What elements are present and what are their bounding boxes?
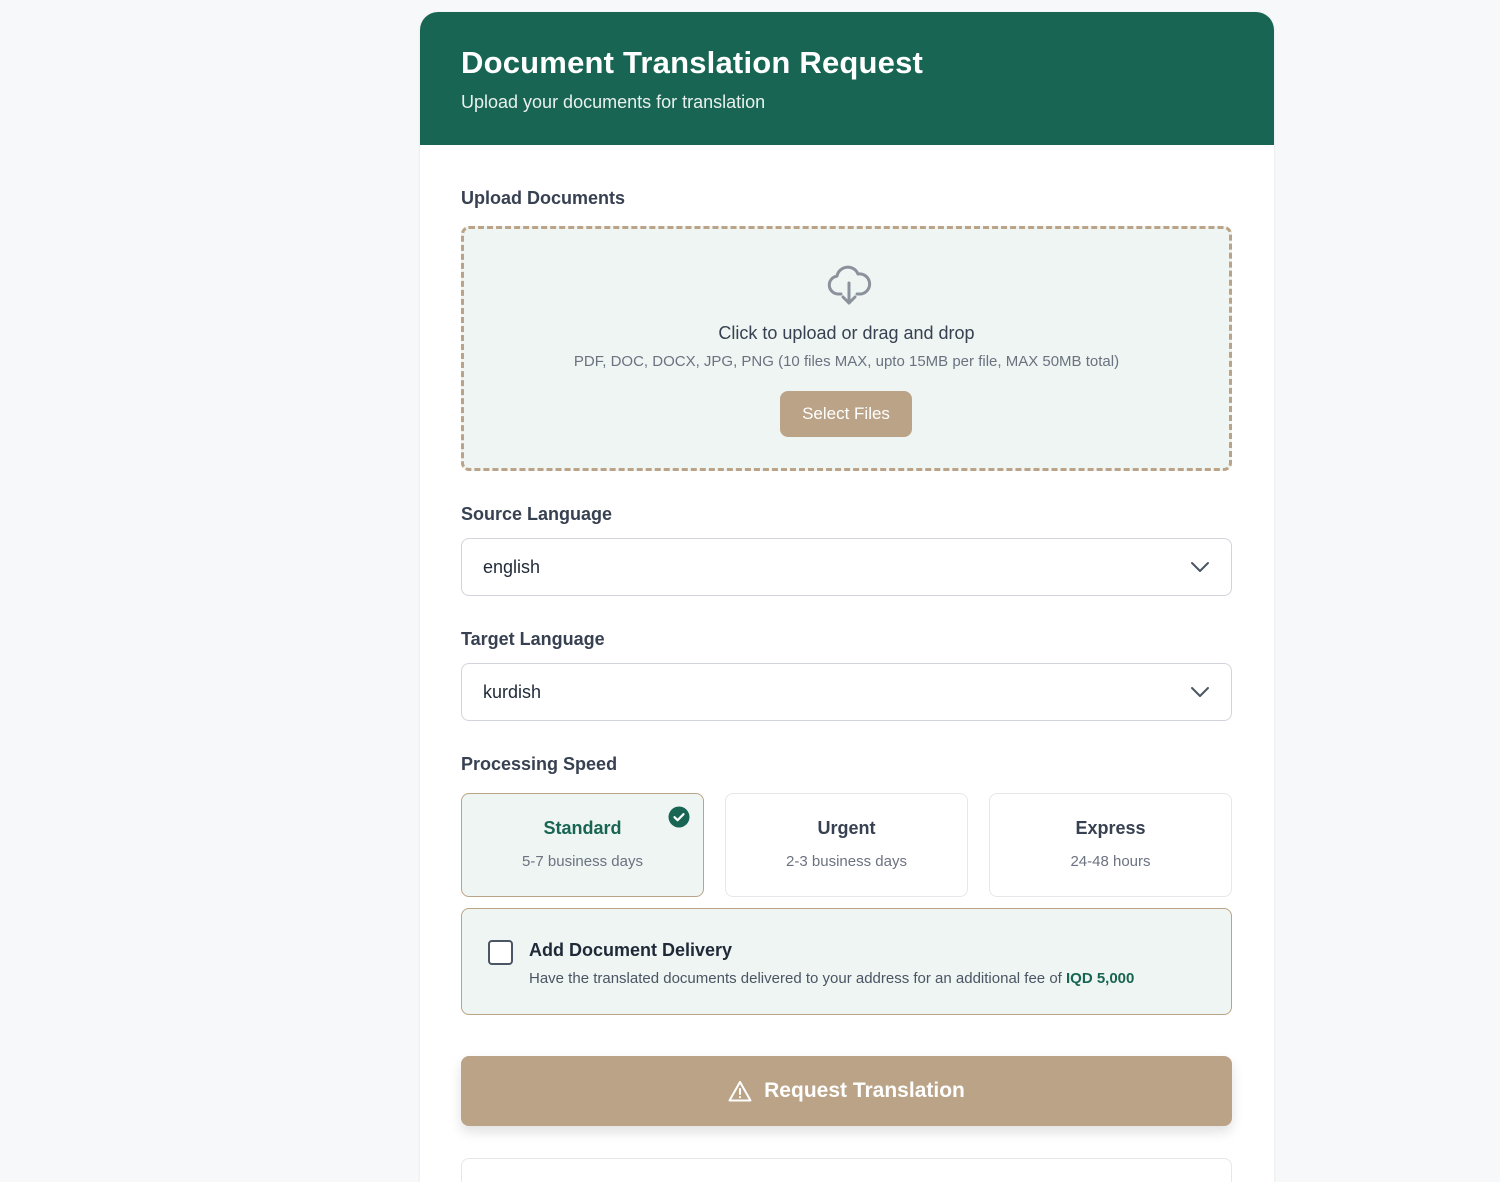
document-delivery-option[interactable]: Add Document Delivery Have the translate… xyxy=(461,908,1232,1015)
upload-dropzone[interactable]: Click to upload or drag and drop PDF, DO… xyxy=(461,226,1232,471)
delivery-fee: IQD 5,000 xyxy=(1066,970,1135,987)
source-language-select[interactable]: english xyxy=(461,538,1232,596)
processing-speed-label: Processing Speed xyxy=(461,754,618,774)
delivery-checkbox[interactable] xyxy=(488,940,513,965)
upload-hint: PDF, DOC, DOCX, JPG, PNG (10 files MAX, … xyxy=(573,353,1120,370)
card-header: Document Translation Request Upload your… xyxy=(420,12,1274,145)
speed-option-urgent[interactable]: Urgent 2-3 business days xyxy=(725,793,968,897)
request-translation-button[interactable]: Request Translation xyxy=(461,1056,1232,1126)
chevron-down-icon xyxy=(1191,687,1209,697)
target-language-label: Target Language xyxy=(461,629,605,649)
speed-option-subtitle: 5-7 business days xyxy=(522,853,643,870)
speed-option-title: Express xyxy=(1075,818,1146,838)
source-language-value: english xyxy=(483,556,541,577)
delivery-description-text: Have the translated documents delivered … xyxy=(529,970,1062,987)
speed-option-subtitle: 24-48 hours xyxy=(1070,853,1151,870)
cloud-download-icon xyxy=(827,265,872,305)
target-language-value: kurdish xyxy=(483,681,542,702)
speed-option-standard[interactable]: Standard 5-7 business days xyxy=(461,793,704,897)
upload-title: Click to upload or drag and drop xyxy=(718,323,975,343)
request-translation-label: Request Translation xyxy=(764,1079,965,1102)
speed-option-subtitle: 2-3 business days xyxy=(786,853,907,870)
speed-option-title: Urgent xyxy=(817,818,876,838)
delivery-title: Add Document Delivery xyxy=(529,940,733,960)
target-language-select[interactable]: kurdish xyxy=(461,663,1232,721)
page-subtitle: Upload your documents for translation xyxy=(461,92,766,112)
page-title: Document Translation Request xyxy=(461,45,924,80)
translation-request-card: Document Translation Request Upload your… xyxy=(420,12,1274,1182)
check-circle-icon xyxy=(668,806,690,828)
delivery-description: Have the translated documents delivered … xyxy=(529,970,1134,987)
select-files-button[interactable]: Select Files xyxy=(780,391,912,437)
speed-option-title: Standard xyxy=(543,818,622,838)
warning-triangle-icon xyxy=(728,1081,752,1102)
source-language-label: Source Language xyxy=(461,504,613,524)
speed-option-express[interactable]: Express 24-48 hours xyxy=(989,793,1232,897)
next-section-edge xyxy=(461,1158,1232,1182)
upload-label: Upload Documents xyxy=(461,188,626,208)
chevron-down-icon xyxy=(1191,562,1209,572)
